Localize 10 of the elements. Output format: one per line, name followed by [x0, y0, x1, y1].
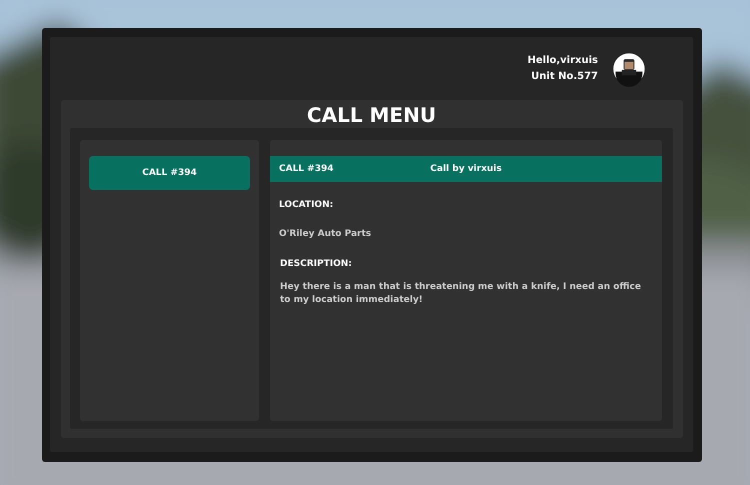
unit-number: Unit No.577: [531, 71, 598, 82]
call-id: CALL #394: [279, 164, 335, 174]
call-item[interactable]: CALL #394: [89, 156, 250, 190]
description-label: DESCRIPTION:: [279, 259, 353, 269]
location-label: LOCATION:: [278, 200, 334, 210]
menu-title: CALL MENU: [306, 102, 438, 128]
caller-name: Call by virxuis: [430, 164, 502, 174]
location-text: O'Riley Auto Parts: [278, 229, 372, 239]
greeting-text: Hello,virxuis: [527, 55, 598, 66]
description-text: Hey there is a man that is threatening me with a knife, I need an office to my location immediately!: [279, 281, 642, 307]
